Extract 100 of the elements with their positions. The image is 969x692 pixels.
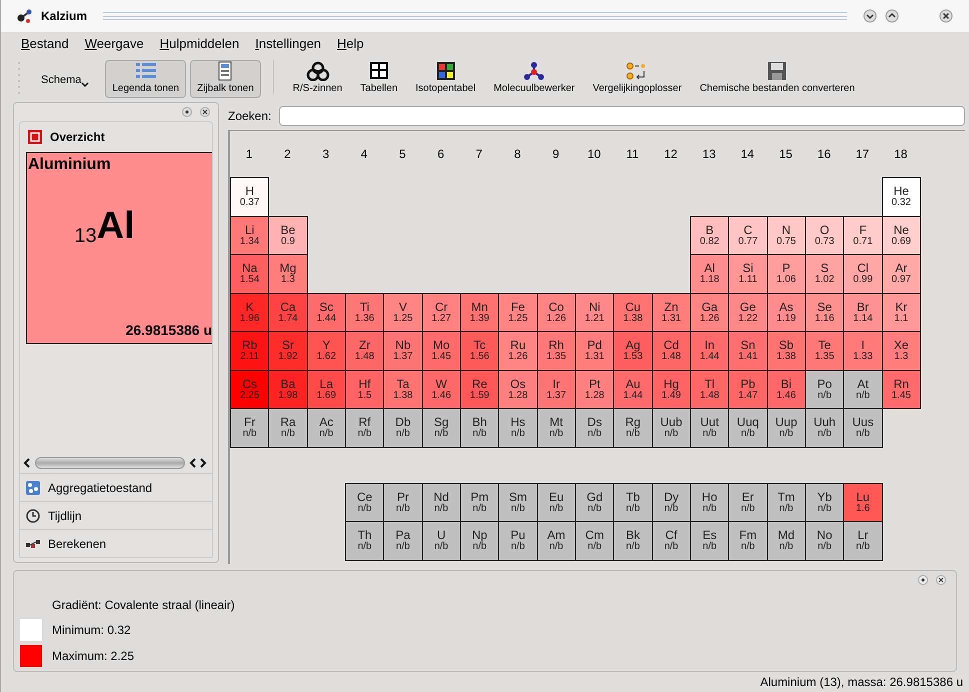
element-tile[interactable]: Sb 1.38 [766, 331, 806, 370]
element-tile[interactable]: U n/b [422, 521, 461, 560]
element-tile[interactable]: Rf n/b [344, 408, 384, 448]
element-tile[interactable]: Hf 1.5 [344, 370, 384, 409]
element-tile[interactable]: Zr 1.48 [344, 331, 384, 370]
element-tile[interactable]: Be 0.9 [268, 216, 308, 255]
element-tile[interactable]: Li 1.34 [230, 216, 270, 255]
element-tile[interactable]: Am n/b [536, 521, 576, 560]
toolbar-button[interactable]: Zijbalk tonen [190, 60, 261, 98]
element-tile[interactable]: He 0.32 [882, 177, 921, 216]
element-tile[interactable]: Se 1.16 [804, 292, 844, 332]
element-tile[interactable]: W 1.46 [422, 370, 461, 409]
element-tile[interactable]: C 0.77 [728, 216, 768, 255]
toolbar-button[interactable]: Legenda tonen [105, 60, 186, 98]
element-tile[interactable]: Al 1.18 [690, 254, 730, 294]
element-tile[interactable]: Fm n/b [728, 521, 768, 560]
element-tile[interactable]: Th n/b [344, 521, 384, 560]
element-tile[interactable]: B 0.82 [690, 216, 730, 255]
element-tile[interactable]: Pu n/b [498, 521, 538, 560]
element-tile[interactable]: H 0.37 [230, 177, 270, 216]
element-tile[interactable]: Hs n/b [498, 408, 538, 448]
element-tile[interactable]: Ar 0.97 [882, 254, 921, 294]
element-tile[interactable]: Ru 1.26 [498, 331, 538, 370]
element-tile[interactable]: Db n/b [383, 408, 423, 448]
toolbar-button[interactable]: R/S-zinnen [286, 60, 350, 98]
element-tile[interactable]: Pr n/b [383, 482, 423, 522]
element-tile[interactable]: Gd n/b [574, 482, 614, 522]
element-tile[interactable]: Rg n/b [613, 408, 653, 448]
element-tile[interactable]: La 1.69 [306, 370, 346, 409]
element-tile[interactable]: Os 1.28 [498, 370, 538, 409]
menu-item[interactable]: Bestand [21, 34, 69, 54]
element-tile[interactable]: Ti 1.36 [344, 292, 384, 332]
element-tile[interactable]: Ne 0.69 [882, 216, 921, 255]
toolbar-button[interactable]: Chemische bestanden converteren [692, 60, 862, 98]
element-tile[interactable]: Ge 1.22 [728, 292, 768, 332]
element-tile[interactable]: Ga 1.26 [690, 292, 730, 332]
element-tile[interactable]: Pt 1.28 [574, 370, 614, 409]
element-tile[interactable]: Hg 1.49 [652, 370, 691, 409]
element-tile[interactable]: P 1.06 [766, 254, 806, 294]
element-tile[interactable]: Yb n/b [804, 482, 844, 522]
toolbar-button[interactable]: Tabellen [353, 60, 405, 98]
element-tile[interactable]: No n/b [804, 521, 844, 560]
element-tile[interactable]: Dy n/b [652, 482, 691, 522]
element-tile[interactable]: Tm n/b [766, 482, 806, 522]
menu-item[interactable]: Weergave [84, 34, 144, 54]
scrollbar-thumb[interactable] [35, 457, 185, 469]
element-tile[interactable]: As 1.19 [766, 292, 806, 332]
element-tile[interactable]: Ta 1.38 [383, 370, 423, 409]
element-tile[interactable]: Ag 1.53 [613, 331, 653, 370]
element-tile[interactable]: Rn 1.45 [882, 370, 921, 409]
sidebar-section-tab[interactable]: Aggregatietoestand [20, 473, 212, 501]
element-tile[interactable]: Pb 1.47 [728, 370, 768, 409]
search-field[interactable] [279, 106, 965, 126]
menu-item[interactable]: Help [337, 34, 364, 54]
menu-item[interactable]: Hulpmiddelen [160, 34, 240, 54]
element-tile[interactable]: Tl 1.48 [690, 370, 730, 409]
element-tile[interactable]: Mo 1.45 [422, 331, 461, 370]
element-tile[interactable]: Na 1.54 [230, 254, 270, 294]
element-tile[interactable]: Ni 1.21 [574, 292, 614, 332]
element-tile[interactable]: Ds n/b [574, 408, 614, 448]
element-tile[interactable]: Er n/b [728, 482, 768, 522]
element-tile[interactable]: Tc 1.56 [460, 331, 500, 370]
element-tile[interactable]: Fe 1.25 [498, 292, 538, 332]
element-tile[interactable]: Ho n/b [690, 482, 730, 522]
element-tile[interactable]: Pa n/b [383, 521, 423, 560]
element-tile[interactable]: Tb n/b [613, 482, 653, 522]
element-tile[interactable]: Cl 0.99 [843, 254, 883, 294]
element-tile[interactable]: Au 1.44 [613, 370, 653, 409]
element-tile[interactable]: Uut n/b [690, 408, 730, 448]
element-tile[interactable]: Uup n/b [766, 408, 806, 448]
element-tile[interactable]: Re 1.59 [460, 370, 500, 409]
element-tile[interactable]: Y 1.62 [306, 331, 346, 370]
element-tile[interactable]: Ac n/b [306, 408, 346, 448]
element-tile[interactable]: Mg 1.3 [268, 254, 308, 294]
element-tile[interactable]: Ce n/b [344, 482, 384, 522]
element-tile[interactable]: Zn 1.31 [652, 292, 691, 332]
element-tile[interactable]: Te 1.35 [804, 331, 844, 370]
element-tile[interactable]: Sg n/b [422, 408, 461, 448]
element-tile[interactable]: S 1.02 [804, 254, 844, 294]
element-tile[interactable]: Rb 2.11 [230, 331, 270, 370]
element-tile[interactable]: Uus n/b [843, 408, 883, 448]
element-tile[interactable]: Bh n/b [460, 408, 500, 448]
element-tile[interactable]: Si 1.11 [728, 254, 768, 294]
element-tile[interactable]: Sm n/b [498, 482, 538, 522]
toolbar-button[interactable]: Isotopentabel [408, 60, 483, 98]
sidebar-section-tab[interactable]: Tijdlijn [20, 501, 212, 529]
element-tile[interactable]: Np n/b [460, 521, 500, 560]
element-tile[interactable]: Bk n/b [613, 521, 653, 560]
element-tile[interactable]: Nd n/b [422, 482, 461, 522]
element-tile[interactable]: Po n/b [804, 370, 844, 409]
element-tile[interactable]: Uuq n/b [728, 408, 768, 448]
element-tile[interactable]: Pm n/b [460, 482, 500, 522]
element-tile[interactable]: Br 1.14 [843, 292, 883, 332]
element-tile[interactable]: Eu n/b [536, 482, 576, 522]
toolbar-button[interactable]: Vergelijkingoplosser [586, 60, 689, 98]
element-tile[interactable]: Kr 1.1 [882, 292, 921, 332]
element-tile[interactable]: Sn 1.41 [728, 331, 768, 370]
element-tile[interactable]: Rh 1.35 [536, 331, 576, 370]
element-tile[interactable]: Ra n/b [268, 408, 308, 448]
element-tile[interactable]: Cm n/b [574, 521, 614, 560]
